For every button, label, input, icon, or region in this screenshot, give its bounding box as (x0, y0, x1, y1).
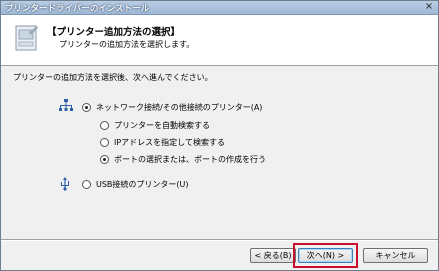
usb-icon (61, 177, 69, 191)
printer-setup-icon (15, 25, 38, 51)
radio-port-select-label: ポートの選択または、ポートの作成を行う (114, 155, 266, 164)
radio-network-printer[interactable]: ネットワーク接続/その他接続のプリンター(A) (82, 102, 262, 113)
page-subtitle: プリンターの追加方法を選択します。 (59, 40, 195, 49)
page-title: 【プリンター追加方法の選択】 (47, 27, 181, 38)
radio-auto-search-indicator[interactable] (100, 121, 109, 130)
title-bar[interactable]: プリンタードライバーのインストール × (1, 1, 438, 15)
radio-auto-search-label: プリンターを自動検索する (114, 121, 210, 130)
radio-usb-printer[interactable]: USB接続のプリンター(U) (82, 179, 189, 190)
instruction-text: プリンターの追加方法を選択後、次へ進んでください。 (13, 73, 213, 82)
installer-window: プリンタードライバーのインストール × 【プリンター追加方法の選択】 プリンター… (0, 0, 439, 271)
network-icon (59, 99, 73, 111)
radio-port-select-indicator[interactable] (100, 155, 109, 164)
radio-network-printer-indicator[interactable] (82, 103, 91, 112)
radio-port-select[interactable]: ポートの選択または、ポートの作成を行う (100, 154, 266, 165)
radio-network-printer-label: ネットワーク接続/その他接続のプリンター(A) (96, 103, 263, 112)
radio-usb-printer-label: USB接続のプリンター(U) (96, 180, 189, 189)
back-button[interactable]: < 戻る(B) (250, 248, 296, 263)
header-panel: 【プリンター追加方法の選択】 プリンターの追加方法を選択します。 (1, 15, 438, 66)
window-title: プリンタードライバーのインストール (5, 4, 150, 14)
radio-usb-printer-indicator[interactable] (82, 180, 91, 189)
next-button-highlight (293, 243, 358, 268)
radio-ip-search-label: IPアドレスを指定して検索する (114, 138, 225, 147)
radio-ip-search[interactable]: IPアドレスを指定して検索する (100, 137, 225, 148)
cancel-button[interactable]: キャンセル (363, 248, 428, 263)
close-icon[interactable]: × (423, 1, 435, 13)
radio-ip-search-indicator[interactable] (100, 138, 109, 147)
footer-divider (1, 239, 438, 241)
radio-auto-search[interactable]: プリンターを自動検索する (100, 120, 210, 131)
